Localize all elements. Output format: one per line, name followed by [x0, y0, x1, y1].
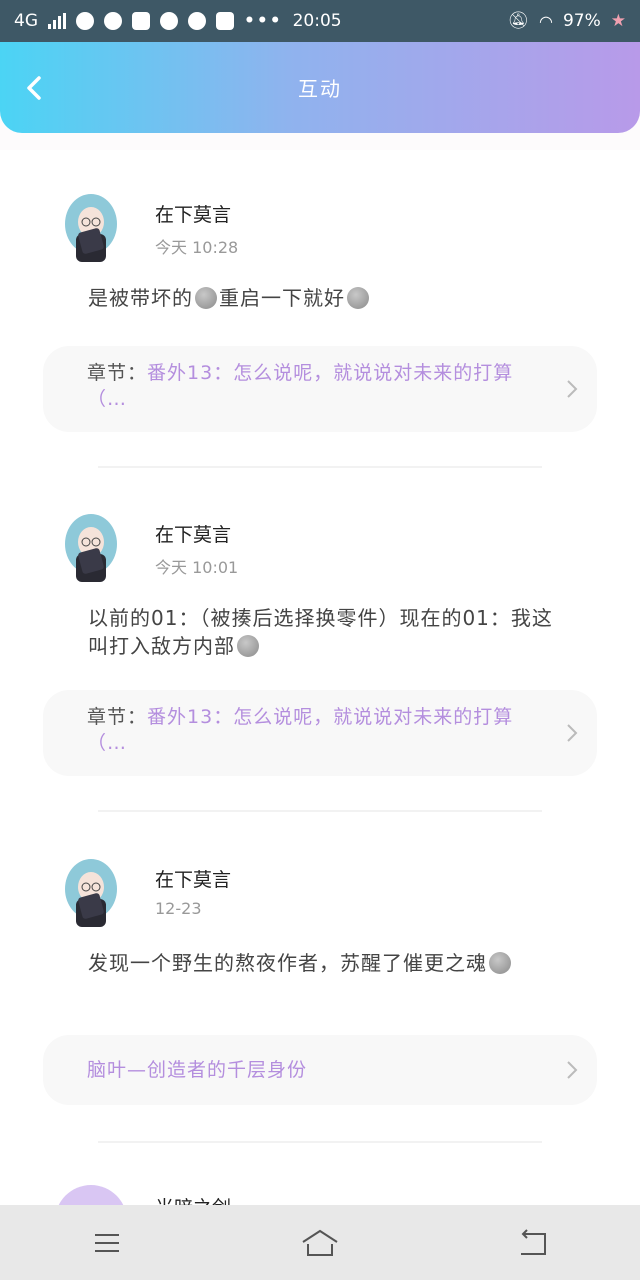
home-icon[interactable]: [300, 1226, 340, 1260]
card-prefix: 章节：: [87, 706, 148, 728]
wifi-icon: ◠: [538, 11, 553, 31]
avatar[interactable]: [62, 859, 120, 929]
message-text: 以前的01：（被揍后选择换零件）现在的01：我这叫打入敌方内部: [88, 606, 553, 658]
page-title: 互动: [298, 77, 342, 101]
chevron-right-icon: [567, 380, 578, 398]
post-message: 以前的01：（被揍后选择换零件）现在的01：我这叫打入敌方内部: [88, 604, 558, 660]
chapter-card[interactable]: 章节：番外13：怎么说呢，就说说对未来的打算（…: [43, 346, 597, 432]
avatar[interactable]: [62, 194, 120, 264]
post-item: 光暗之剑: [0, 1145, 640, 1205]
post-item: 在下莫言 12-23 发现一个野生的熬夜作者，苏醒了催更之魂 脑叶—创造者的千层…: [0, 815, 640, 1145]
author-name[interactable]: 光暗之剑: [155, 1193, 231, 1205]
chat-bubble-icon: [104, 12, 122, 30]
message-text: 重启一下就好: [219, 286, 345, 310]
chapter-card[interactable]: 脑叶—创造者的千层身份: [43, 1035, 597, 1105]
divider: [98, 466, 542, 468]
card-link-text: 脑叶—创造者的千层身份: [87, 1059, 308, 1081]
avatar-image: [65, 514, 117, 582]
post-item: 在下莫言 今天 10:01 以前的01：（被揍后选择换零件）现在的01：我这叫打…: [0, 470, 640, 815]
gray-face-emoji-icon: [347, 287, 369, 309]
star-icon: ★: [610, 11, 626, 31]
wechat-icon: [188, 12, 206, 30]
post-time: 12-23: [155, 899, 202, 918]
gray-face-emoji-icon: [195, 287, 217, 309]
status-bar: 4G ••• 20:05 🔕︎ ◠ 97% ★: [0, 0, 640, 42]
gray-face-emoji-icon: [237, 635, 259, 657]
status-left: 4G ••• 20:05: [14, 11, 342, 31]
battery-label: 97%: [562, 11, 601, 31]
author-name[interactable]: 在下莫言: [155, 865, 231, 892]
author-name[interactable]: 在下莫言: [155, 520, 231, 547]
divider: [98, 1141, 542, 1143]
network-label: 4G: [14, 11, 38, 31]
avatar-image: [65, 194, 117, 262]
chevron-right-icon: [567, 724, 578, 742]
chapter-card[interactable]: 章节：番外13：怎么说呢，就说说对未来的打算（…: [43, 690, 597, 776]
back-button[interactable]: [16, 68, 52, 108]
return-icon[interactable]: [513, 1226, 553, 1260]
chevron-left-icon: [27, 76, 41, 100]
avatar[interactable]: [62, 514, 120, 584]
header: 互动: [0, 42, 640, 133]
message-text: 发现一个野生的熬夜作者，苏醒了催更之魂: [88, 951, 487, 975]
divider: [98, 810, 542, 812]
browser-icon: [76, 12, 94, 30]
avatar[interactable]: [55, 1185, 127, 1205]
message-text: 是被带坏的: [88, 286, 193, 310]
avatar-image: [65, 859, 117, 927]
card-prefix: 章节：: [87, 362, 148, 384]
clock: 20:05: [292, 11, 342, 31]
author-name[interactable]: 在下莫言: [155, 200, 231, 227]
mail-icon: [216, 12, 234, 30]
feed[interactable]: 在下莫言 今天 10:28 是被带坏的 重启一下就好 章节：番外13：怎么说呢，就…: [0, 150, 640, 1205]
system-nav-bar: [0, 1205, 640, 1280]
more-dots-icon: •••: [244, 11, 283, 31]
post-message: 发现一个野生的熬夜作者，苏醒了催更之魂: [88, 949, 558, 977]
gray-face-emoji-icon: [489, 952, 511, 974]
menu-icon[interactable]: [87, 1226, 127, 1260]
chevron-right-icon: [567, 1061, 578, 1079]
palette-icon: [160, 12, 178, 30]
signal-icon: [48, 13, 66, 29]
card-link-text: 番外13：怎么说呢，就说说对未来的打算（…: [87, 362, 514, 410]
post-item: 在下莫言 今天 10:28 是被带坏的 重启一下就好 章节：番外13：怎么说呢，就…: [0, 150, 640, 470]
post-message: 是被带坏的 重启一下就好: [88, 284, 558, 312]
card-link-text: 番外13：怎么说呢，就说说对未来的打算（…: [87, 706, 514, 754]
post-time: 今天 10:01: [155, 558, 239, 577]
post-time: 今天 10:28: [155, 238, 239, 257]
mute-bell-icon: 🔕︎: [507, 11, 529, 31]
shield-icon: [132, 12, 150, 30]
status-right: 🔕︎ ◠ 97% ★: [507, 11, 626, 31]
